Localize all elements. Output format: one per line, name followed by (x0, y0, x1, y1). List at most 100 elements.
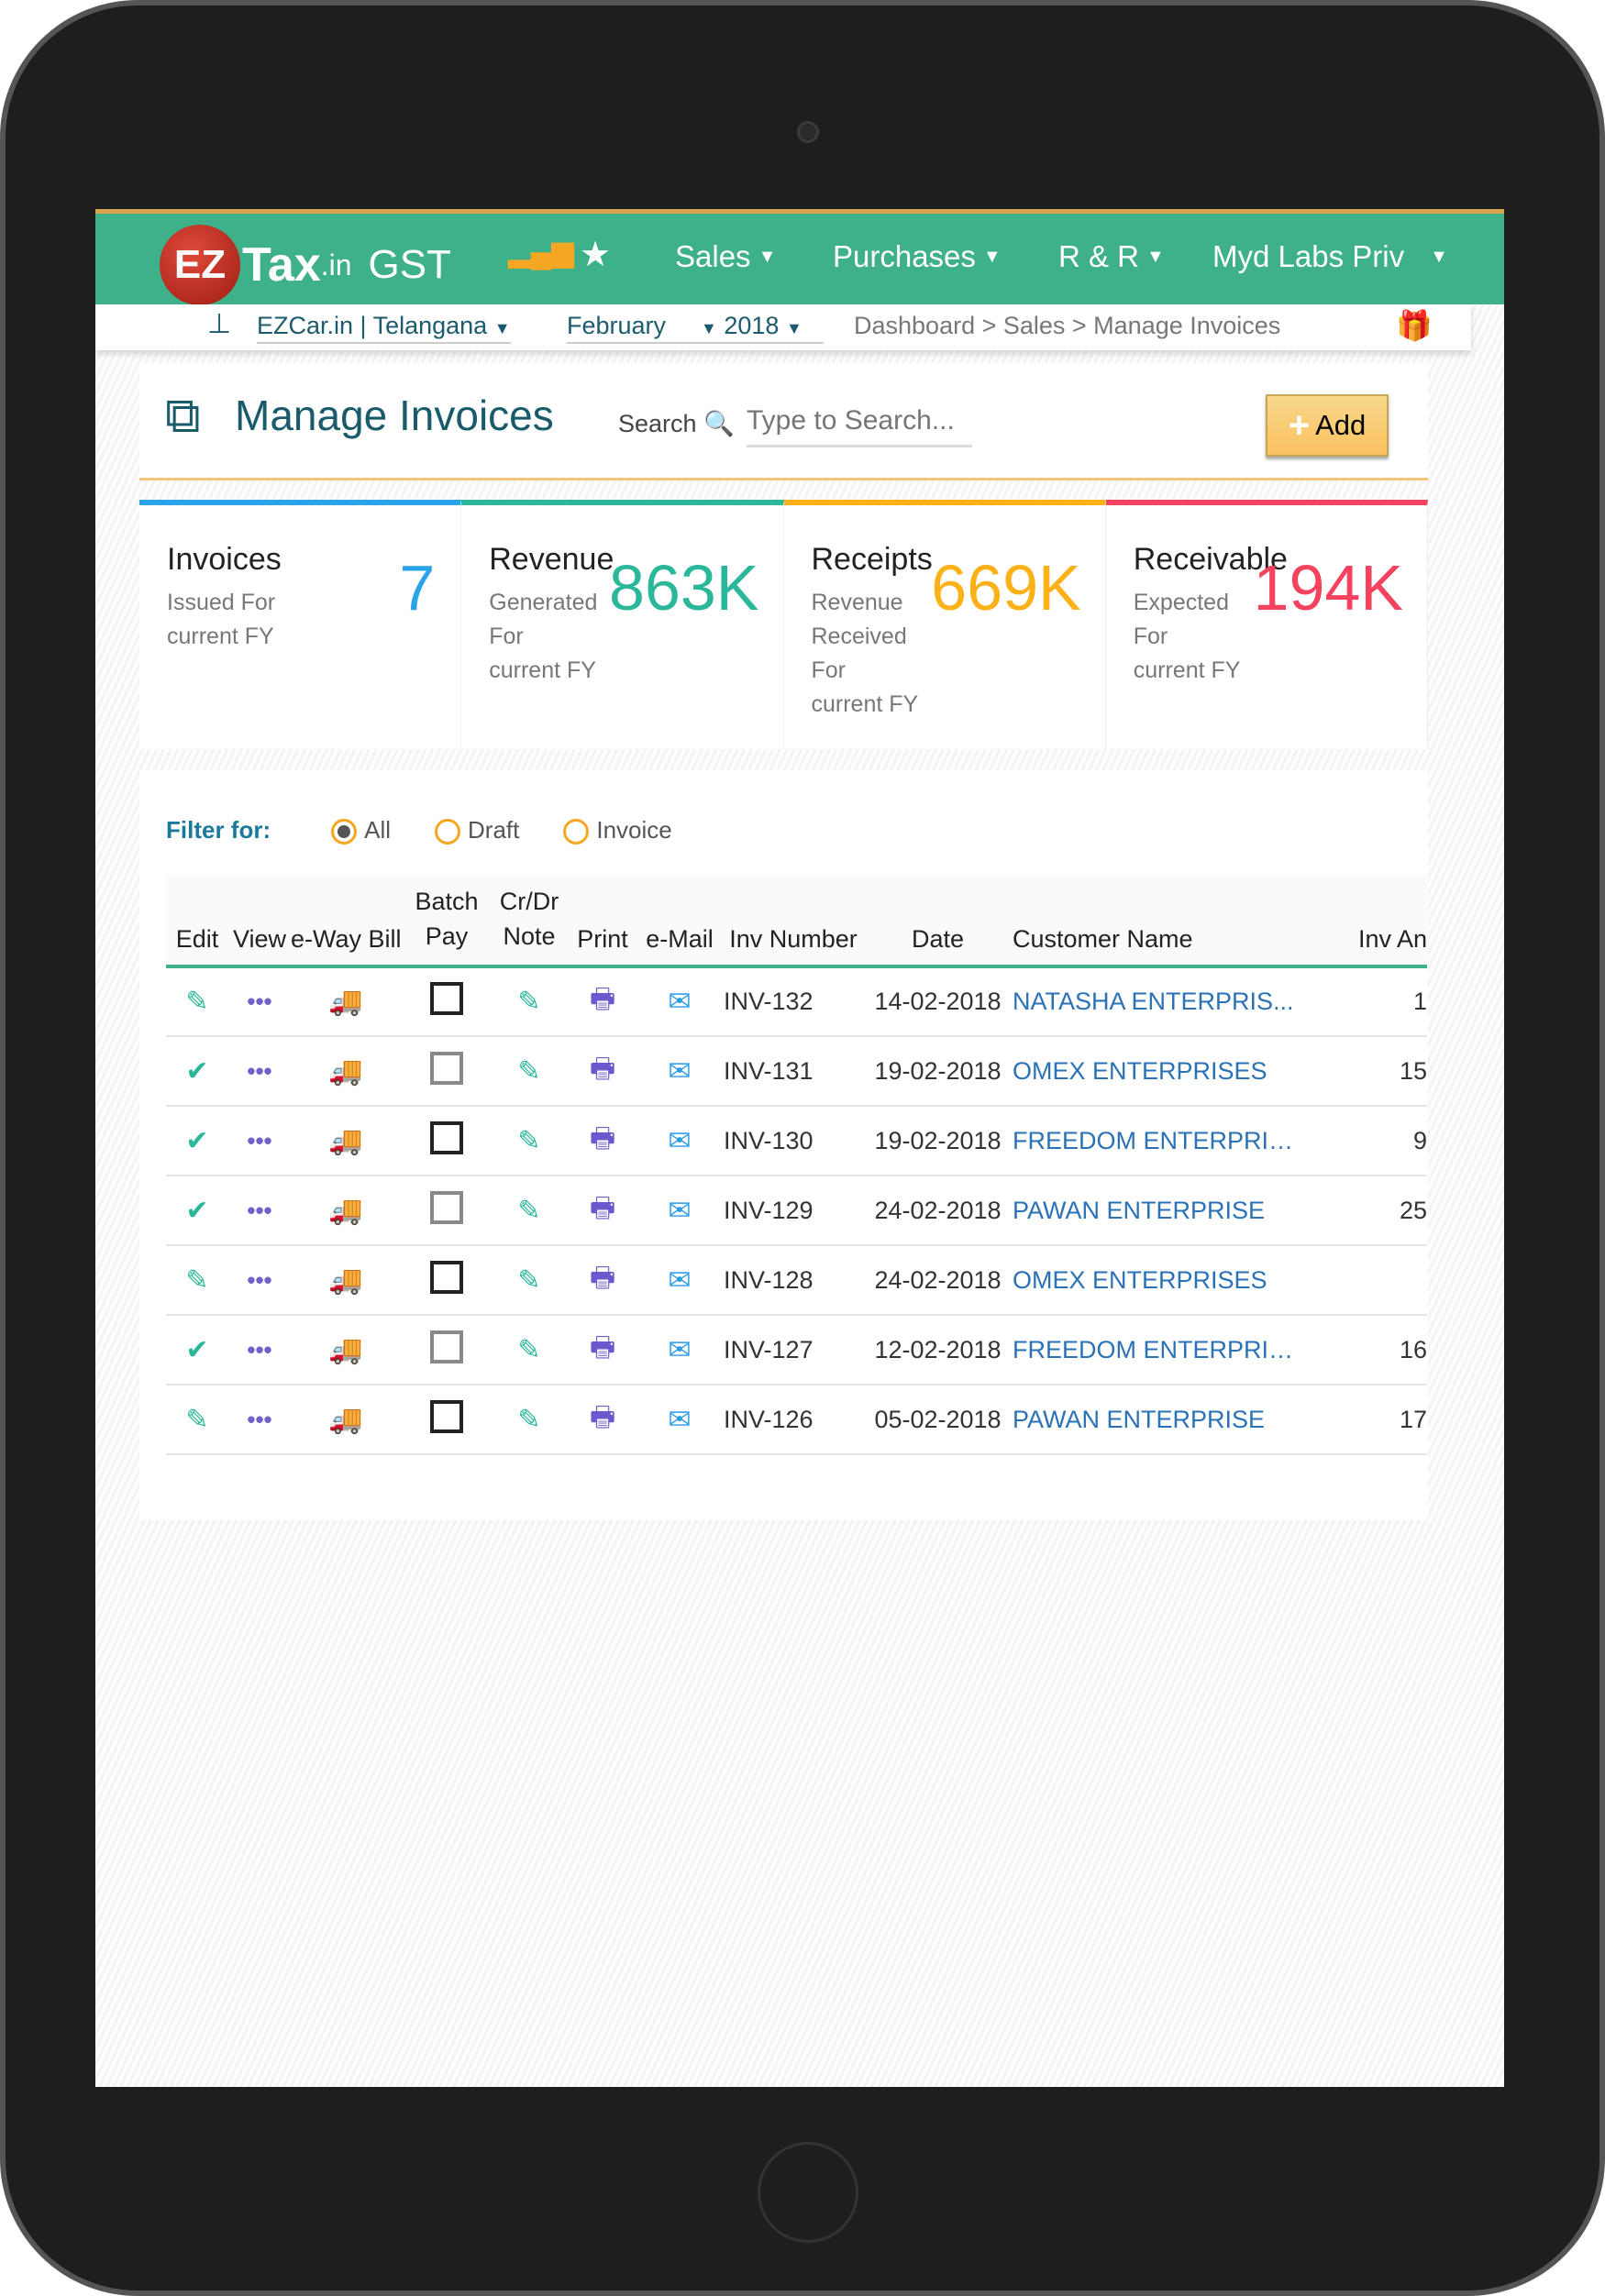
note-edit-icon[interactable]: ✎ (517, 1056, 540, 1087)
table-row[interactable]: ✔ ••• 🚚 ✎ 🖶 ✉ INV-127 12-02-2018 FREEDOM … (166, 1315, 1427, 1385)
table-row[interactable]: ✔ ••• 🚚 ✎ 🖶 ✉ INV-130 19-02-2018 FREEDOM … (166, 1106, 1427, 1176)
truck-icon[interactable]: 🚚 (328, 987, 362, 1017)
batch-pay-checkbox[interactable] (430, 982, 463, 1015)
customer-link[interactable]: OMEX ENTERPRISES (1009, 1245, 1302, 1316)
approved-check-icon[interactable]: ✔ (185, 1126, 208, 1156)
nav-purchases[interactable]: Purchases ▼ (833, 239, 1002, 274)
inv-number[interactable]: INV-130 (720, 1106, 867, 1176)
batch-pay-checkbox[interactable] (430, 1399, 463, 1433)
customer-link[interactable]: PAWAN ENTERPRISE (1009, 1176, 1302, 1246)
star-icon[interactable]: ★ (580, 234, 611, 275)
nav-company[interactable]: Myd Labs Priv ▼ (1212, 239, 1448, 274)
column-header[interactable]: e-Mail (639, 876, 720, 968)
view-more-icon[interactable]: ••• (247, 1057, 271, 1085)
customer-link[interactable]: OMEX ENTERPRISES (1009, 1036, 1302, 1107)
column-header[interactable]: Print (566, 876, 639, 968)
edit-icon[interactable]: ✎ (185, 987, 208, 1017)
truck-icon[interactable]: 🚚 (328, 1405, 362, 1435)
note-edit-icon[interactable]: ✎ (517, 1265, 540, 1296)
table-row[interactable]: ✎ ••• 🚚 ✎ 🖶 ✉ INV-126 05-02-2018 PAWAN EN… (166, 1385, 1427, 1455)
column-header[interactable]: Date (867, 876, 1009, 968)
print-icon[interactable]: 🖶 (590, 1332, 615, 1363)
truck-icon[interactable]: 🚚 (328, 1196, 362, 1226)
inv-number[interactable]: INV-128 (720, 1245, 867, 1316)
add-button[interactable]: + Add (1266, 394, 1389, 457)
batch-pay-checkbox[interactable] (430, 1260, 463, 1294)
truck-icon[interactable]: 🚚 (328, 1335, 362, 1365)
mail-icon[interactable]: ✉ (668, 1196, 691, 1226)
view-more-icon[interactable]: ••• (247, 1406, 271, 1433)
view-more-icon[interactable]: ••• (247, 1266, 271, 1294)
table-row[interactable]: ✔ ••• 🚚 ✎ 🖶 ✉ INV-129 24-02-2018 PAWAN EN… (166, 1176, 1427, 1246)
note-edit-icon[interactable]: ✎ (517, 987, 540, 1017)
note-edit-icon[interactable]: ✎ (517, 1335, 540, 1365)
filter-label: Filter for: (166, 816, 271, 844)
mail-icon[interactable]: ✉ (668, 1056, 691, 1087)
column-header[interactable]: e-Way Bill (291, 876, 401, 968)
table-row[interactable]: ✎ ••• 🚚 ✎ 🖶 ✉ INV-132 14-02-2018 NATASHA … (166, 966, 1427, 1037)
note-edit-icon[interactable]: ✎ (517, 1196, 540, 1226)
note-edit-icon[interactable]: ✎ (517, 1126, 540, 1156)
nav-sales[interactable]: Sales ▼ (675, 239, 776, 274)
filter-invoice[interactable]: Invoice (563, 816, 672, 845)
column-header[interactable]: Customer Name (1009, 876, 1302, 968)
column-header[interactable]: Inv Number (720, 876, 867, 968)
mail-icon[interactable]: ✉ (668, 987, 691, 1017)
filter-draft[interactable]: Draft (435, 816, 519, 845)
company-select[interactable]: EZCar.in | Telangana ▼ (257, 312, 511, 344)
inv-number[interactable]: INV-132 (720, 966, 867, 1037)
customer-link[interactable]: FREEDOM ENTERPRIS... (1009, 1315, 1302, 1385)
year-select[interactable]: ▼ 2018 ▼ (701, 312, 802, 340)
print-icon[interactable]: 🖶 (590, 1054, 615, 1084)
column-header[interactable]: Cr/Dr Note (493, 876, 566, 968)
batch-pay-checkbox[interactable] (430, 1120, 463, 1154)
column-header[interactable]: Edit (166, 876, 228, 968)
logo[interactable]: EZ Tax .in GST (160, 225, 451, 305)
signal-icon[interactable]: ▂▄▆ (508, 234, 574, 269)
search-input[interactable] (747, 396, 972, 447)
column-header[interactable]: Batch Pay (401, 876, 493, 968)
mail-icon[interactable]: ✉ (668, 1265, 691, 1296)
print-icon[interactable]: 🖶 (590, 1193, 615, 1223)
truck-icon[interactable]: 🚚 (328, 1265, 362, 1296)
filter-all[interactable]: All (331, 816, 391, 845)
mail-icon[interactable]: ✉ (668, 1126, 691, 1156)
approved-check-icon[interactable]: ✔ (185, 1335, 208, 1365)
view-more-icon[interactable]: ••• (247, 988, 271, 1015)
customer-link[interactable]: NATASHA ENTERPRIS... (1009, 966, 1302, 1037)
note-edit-icon[interactable]: ✎ (517, 1405, 540, 1435)
column-header[interactable]: Inv An (1302, 876, 1427, 968)
batch-pay-checkbox[interactable] (430, 1190, 463, 1224)
inv-amount: 15 (1302, 1036, 1427, 1107)
inv-number[interactable]: INV-127 (720, 1315, 867, 1385)
print-icon[interactable]: 🖶 (590, 1123, 615, 1154)
inv-number[interactable]: INV-129 (720, 1176, 867, 1246)
edit-icon[interactable]: ✎ (185, 1265, 208, 1296)
inv-amount: 25 (1302, 1176, 1427, 1246)
view-more-icon[interactable]: ••• (247, 1336, 271, 1363)
table-row[interactable]: ✎ ••• 🚚 ✎ 🖶 ✉ INV-128 24-02-2018 OMEX ENT… (166, 1245, 1427, 1316)
view-more-icon[interactable]: ••• (247, 1197, 271, 1224)
truck-icon[interactable]: 🚚 (328, 1126, 362, 1156)
print-icon[interactable]: 🖶 (590, 984, 615, 1014)
print-icon[interactable]: 🖶 (590, 1402, 615, 1432)
nav-rr[interactable]: R & R ▼ (1058, 239, 1165, 274)
batch-pay-checkbox[interactable] (430, 1051, 463, 1085)
table-row[interactable]: ✔ ••• 🚚 ✎ 🖶 ✉ INV-131 19-02-2018 OMEX ENT… (166, 1036, 1427, 1107)
gift-icon[interactable]: 🎁 (1396, 308, 1433, 343)
batch-pay-checkbox[interactable] (430, 1330, 463, 1363)
home-button[interactable] (758, 2142, 858, 2243)
view-more-icon[interactable]: ••• (247, 1127, 271, 1154)
inv-number[interactable]: INV-131 (720, 1036, 867, 1107)
approved-check-icon[interactable]: ✔ (185, 1056, 208, 1087)
column-header[interactable]: View (228, 876, 291, 968)
approved-check-icon[interactable]: ✔ (185, 1196, 208, 1226)
print-icon[interactable]: 🖶 (590, 1263, 615, 1293)
mail-icon[interactable]: ✉ (668, 1335, 691, 1365)
edit-icon[interactable]: ✎ (185, 1405, 208, 1435)
customer-link[interactable]: PAWAN ENTERPRISE (1009, 1385, 1302, 1455)
mail-icon[interactable]: ✉ (668, 1405, 691, 1435)
inv-number[interactable]: INV-126 (720, 1385, 867, 1455)
truck-icon[interactable]: 🚚 (328, 1056, 362, 1087)
customer-link[interactable]: FREEDOM ENTERPRIS... (1009, 1106, 1302, 1176)
